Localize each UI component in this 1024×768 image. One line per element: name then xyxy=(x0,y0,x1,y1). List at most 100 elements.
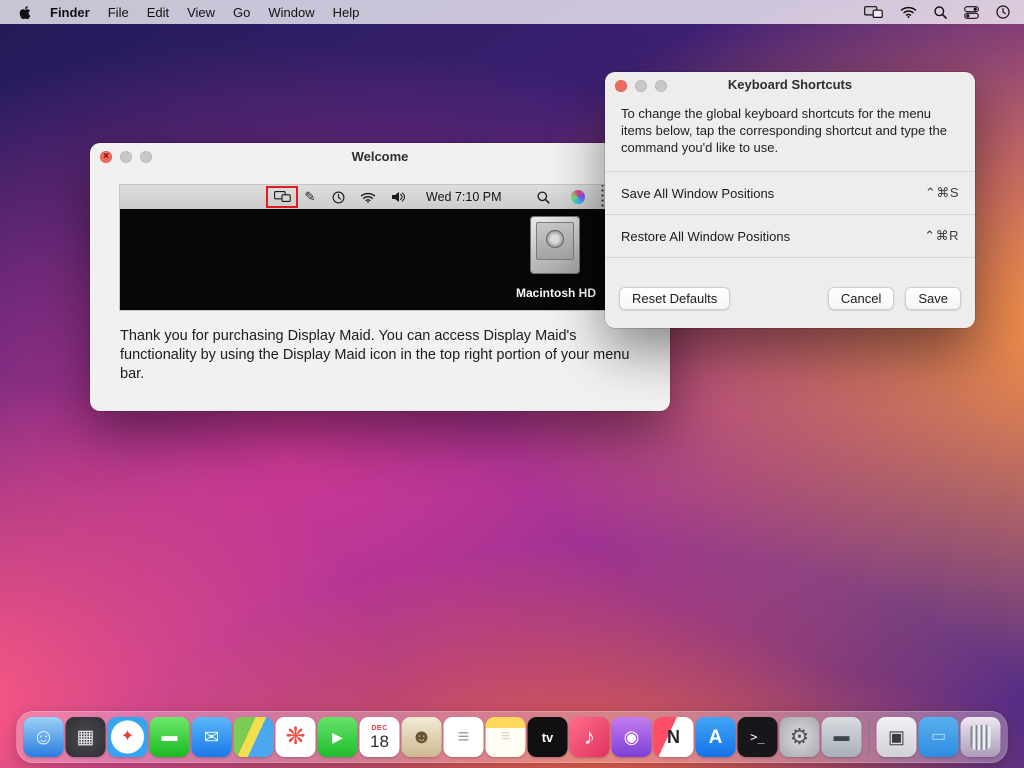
mail-glyph: ✉ xyxy=(204,728,219,746)
dock-downloads-folder-icon[interactable]: ▭ xyxy=(919,717,959,757)
wifi-icon[interactable] xyxy=(900,6,917,18)
dock-mail-icon[interactable]: ✉ xyxy=(192,717,232,757)
dock-trash-icon[interactable] xyxy=(961,717,1001,757)
minimize-button[interactable] xyxy=(635,80,647,92)
dock-news-icon[interactable]: N xyxy=(654,717,694,757)
menu-items: FileEditViewGoWindowHelp xyxy=(99,5,369,20)
clock-icon[interactable] xyxy=(996,5,1010,19)
macintosh-hd-label: Macintosh HD xyxy=(506,286,606,300)
reset-defaults-button[interactable]: Reset Defaults xyxy=(619,287,730,310)
dock-disk-utility-icon[interactable]: ▬ xyxy=(822,717,862,757)
tutorial-screenshot: ✎ Wed 7:10 PM Macintosh HD xyxy=(120,185,640,310)
dock-maps-icon[interactable] xyxy=(234,717,274,757)
shortcut-row-label: Restore All Window Positions xyxy=(621,229,790,244)
dock-appstore-icon[interactable]: A xyxy=(696,717,736,757)
terminal-glyph: >_ xyxy=(750,731,764,743)
welcome-body-text: Thank you for purchasing Display Maid. Y… xyxy=(120,327,645,384)
screenshot-desktop: Macintosh HD xyxy=(120,209,640,310)
dock-messages-icon[interactable]: ▬ xyxy=(150,717,190,757)
photos-glyph: ❋ xyxy=(285,725,305,749)
app-menu-finder[interactable]: Finder xyxy=(41,5,99,20)
calendar-day: 18 xyxy=(370,733,389,750)
control-center-icon[interactable] xyxy=(964,6,979,19)
welcome-titlebar[interactable]: × Welcome xyxy=(90,143,670,171)
spotlight-icon[interactable] xyxy=(934,6,947,19)
system-preferences-glyph: ⚙ xyxy=(790,726,810,748)
shortcut-keys-save[interactable]: ⌃⌘S xyxy=(925,185,959,201)
traffic-lights: × xyxy=(100,151,152,163)
search-mini-icon xyxy=(536,185,550,209)
zoom-button[interactable] xyxy=(655,80,667,92)
menu-item-file[interactable]: File xyxy=(99,5,138,20)
cancel-button[interactable]: Cancel xyxy=(828,287,894,310)
menu-item-help[interactable]: Help xyxy=(324,5,369,20)
dock-notes-icon[interactable]: ≡ xyxy=(486,717,526,757)
reminders-glyph: ≡ xyxy=(458,727,470,747)
close-button[interactable]: × xyxy=(100,151,112,163)
siri-icon xyxy=(571,185,585,209)
facetime-glyph: ▶ xyxy=(332,730,343,744)
traffic-lights xyxy=(615,80,667,92)
calendar-month: DEC xyxy=(371,725,387,732)
welcome-window-title: Welcome xyxy=(90,143,670,171)
notes-glyph: ≡ xyxy=(501,729,510,745)
save-button[interactable]: Save xyxy=(905,287,961,310)
menu-bar: Finder FileEditViewGoWindowHelp xyxy=(0,0,1024,24)
finder-glyph: ☺ xyxy=(32,726,54,748)
dock-facetime-icon[interactable]: ▶ xyxy=(318,717,358,757)
apple-icon xyxy=(19,5,32,20)
shortcut-keys-restore[interactable]: ⌃⌘R xyxy=(924,228,959,244)
shortcut-row-save-positions[interactable]: Save All Window Positions ⌃⌘S xyxy=(605,172,975,214)
messages-glyph: ▬ xyxy=(162,729,178,745)
news-glyph: N xyxy=(667,728,680,746)
zoom-button[interactable] xyxy=(140,151,152,163)
downloads-folder-glyph: ▭ xyxy=(931,729,946,745)
siri-ball xyxy=(571,190,585,204)
dock-music-icon[interactable]: ♪ xyxy=(570,717,610,757)
safari-glyph: ✦ xyxy=(121,729,134,745)
dock-separator xyxy=(869,716,870,758)
dock-contacts-icon[interactable]: ☻ xyxy=(402,717,442,757)
dock-terminal-icon[interactable]: >_ xyxy=(738,717,778,757)
dock-safari-icon[interactable]: ✦ xyxy=(108,717,148,757)
macintosh-hd-icon xyxy=(530,216,580,274)
display-maid-window-glyph: ▣ xyxy=(888,728,905,746)
music-glyph: ♪ xyxy=(584,726,595,748)
dock-reminders-icon[interactable]: ≡ xyxy=(444,717,484,757)
display-maid-highlight-box xyxy=(266,186,298,208)
shortcut-row-restore-positions[interactable]: Restore All Window Positions ⌃⌘R xyxy=(605,215,975,257)
minimize-button[interactable] xyxy=(120,151,132,163)
tv-glyph: tv xyxy=(542,731,554,744)
close-button[interactable] xyxy=(615,80,627,92)
podcasts-glyph: ◉ xyxy=(624,728,640,746)
wifi-mini-icon xyxy=(360,185,376,209)
dock-system-preferences-icon[interactable]: ⚙ xyxy=(780,717,820,757)
dock: ☺▦✦▬✉❋▶DEC18☻≡≡tv♪◉NA>_⚙▬▣▭ xyxy=(17,711,1008,763)
menu-item-view[interactable]: View xyxy=(178,5,224,20)
dock-photos-icon[interactable]: ❋ xyxy=(276,717,316,757)
keyboard-shortcuts-window: Keyboard Shortcuts To change the global … xyxy=(605,72,975,328)
welcome-window: × Welcome ✎ Wed 7:10 PM xyxy=(90,143,670,411)
dock-calendar-icon[interactable]: DEC18 xyxy=(360,717,400,757)
history-clock-icon xyxy=(331,185,345,209)
disk-utility-glyph: ▬ xyxy=(834,729,850,745)
shortcuts-titlebar[interactable]: Keyboard Shortcuts xyxy=(605,72,975,98)
apple-menu[interactable] xyxy=(10,5,41,20)
display-maid-menu-icon[interactable] xyxy=(864,6,883,19)
dock-launchpad-icon[interactable]: ▦ xyxy=(66,717,106,757)
divider xyxy=(605,257,975,258)
menu-item-go[interactable]: Go xyxy=(224,5,259,20)
shortcuts-button-row: Reset Defaults Cancel Save xyxy=(619,287,961,310)
dock-podcasts-icon[interactable]: ◉ xyxy=(612,717,652,757)
dock-tv-icon[interactable]: tv xyxy=(528,717,568,757)
dock-display-maid-window-icon[interactable]: ▣ xyxy=(877,717,917,757)
menu-item-window[interactable]: Window xyxy=(259,5,323,20)
appstore-glyph: A xyxy=(709,728,723,747)
menu-item-edit[interactable]: Edit xyxy=(138,5,178,20)
shortcut-row-label: Save All Window Positions xyxy=(621,186,774,201)
menu-status-icons xyxy=(864,5,1014,19)
screenshot-clock-text: Wed 7:10 PM xyxy=(426,185,502,209)
pencil-icon: ✎ xyxy=(303,185,317,209)
dock-finder-icon[interactable]: ☺ xyxy=(24,717,64,757)
display-maid-mini-icon xyxy=(274,191,291,203)
